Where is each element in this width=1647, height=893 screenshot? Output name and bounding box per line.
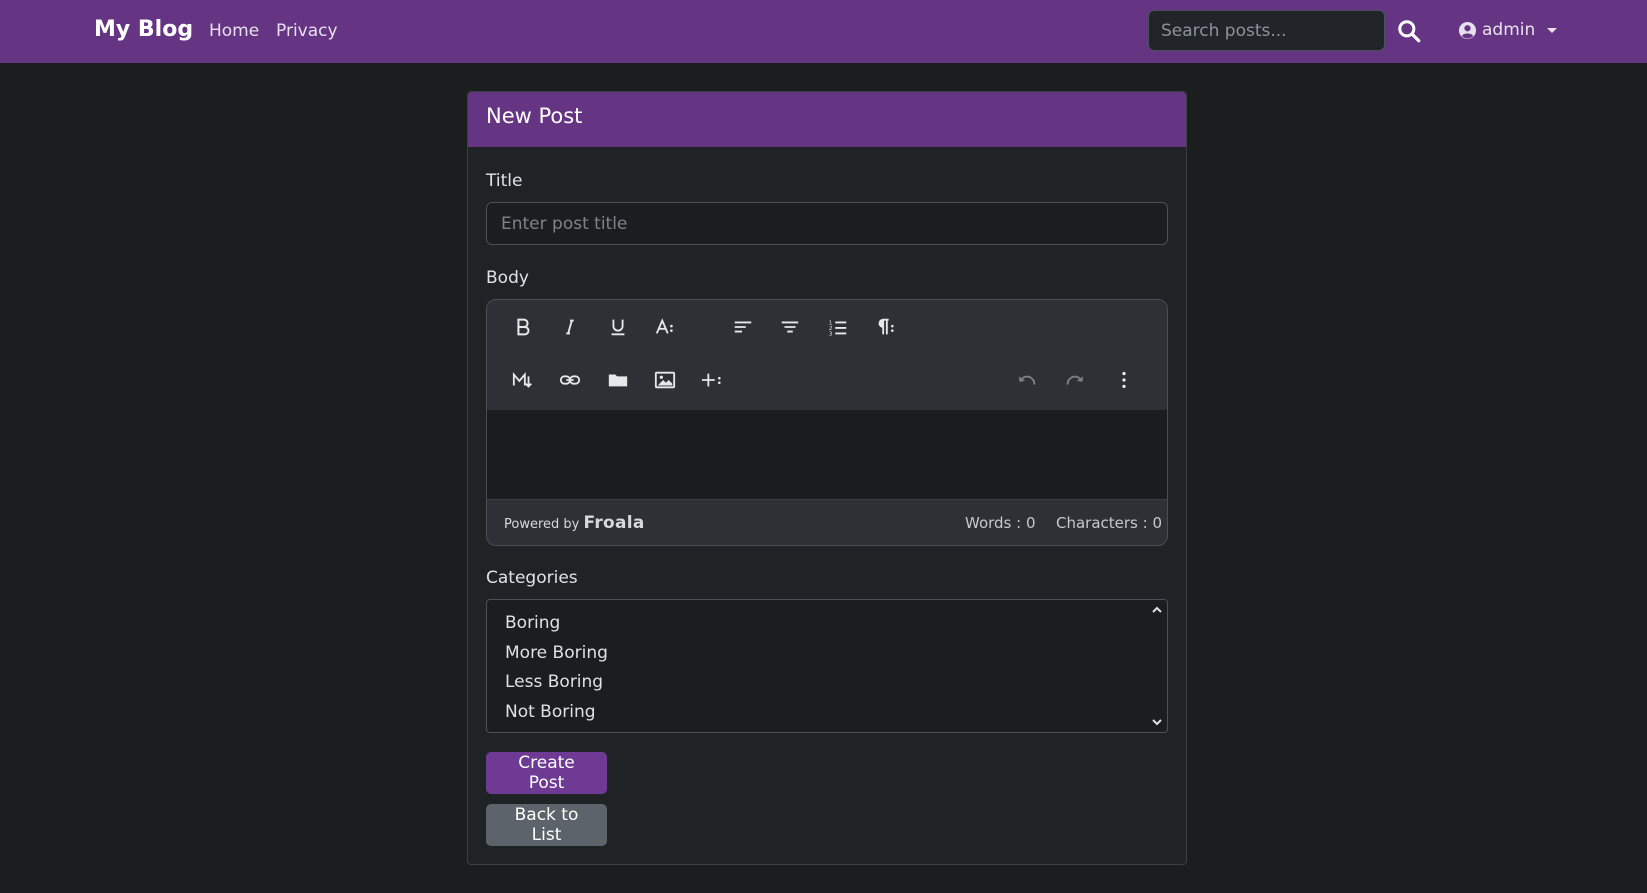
new-post-card: New Post Title Body 123 (467, 91, 1187, 865)
editor-content-area[interactable] (487, 410, 1167, 499)
chevron-down-icon (1547, 27, 1558, 33)
page-title: New Post (486, 104, 583, 128)
ordered-list-icon: 123 (829, 320, 847, 337)
search-button[interactable] (1396, 18, 1422, 44)
nav-home-link[interactable]: Home (209, 21, 259, 41)
paragraph-format-icon (878, 318, 894, 335)
category-option[interactable]: Boring (505, 613, 560, 633)
underline-icon (611, 319, 625, 336)
powered-by-label: Powered by Froala (504, 513, 645, 533)
navbar: My Blog Home Privacy admin (0, 0, 1647, 63)
brand-link[interactable]: My Blog (94, 17, 193, 42)
category-option[interactable]: Not Boring (505, 702, 596, 722)
undo-button[interactable] (1012, 365, 1042, 395)
font-size-icon (655, 318, 673, 334)
user-circle-icon (1458, 21, 1477, 39)
user-menu[interactable]: admin (1458, 20, 1558, 40)
more-options-button[interactable] (1109, 365, 1139, 395)
search-input[interactable] (1148, 10, 1385, 51)
powered-by-text: Powered by (504, 517, 580, 532)
paragraph-format-button[interactable] (870, 312, 900, 342)
link-button[interactable] (555, 365, 585, 395)
underline-button[interactable] (603, 312, 633, 342)
editor-footer: Powered by Froala Words : 0 Characters :… (487, 499, 1167, 545)
image-icon (654, 371, 676, 389)
insert-image-button[interactable] (650, 365, 680, 395)
align-left-icon (734, 321, 752, 333)
title-label: Title (486, 171, 523, 191)
category-option[interactable]: Less Boring (505, 672, 603, 692)
categories-label: Categories (486, 568, 578, 588)
insert-file-button[interactable] (603, 365, 633, 395)
italic-icon (566, 319, 574, 335)
redo-icon (1066, 375, 1084, 385)
body-label: Body (486, 268, 529, 288)
category-option[interactable]: More Boring (505, 643, 608, 663)
bold-button[interactable] (508, 312, 538, 342)
markdown-icon (512, 372, 532, 388)
character-count: Characters : 0 (1056, 514, 1163, 532)
font-size-button[interactable] (650, 312, 680, 342)
align-left-button[interactable] (728, 312, 758, 342)
create-post-button[interactable]: Create Post (486, 752, 607, 794)
link-icon (559, 375, 581, 385)
word-count: Words : 0 (965, 514, 1036, 532)
categories-scrollbar[interactable] (1147, 600, 1167, 732)
italic-button[interactable] (555, 312, 585, 342)
user-name: admin (1482, 20, 1536, 40)
redo-button[interactable] (1060, 365, 1090, 395)
svg-text:3: 3 (829, 331, 833, 337)
align-center-icon (781, 321, 799, 333)
nav-privacy-link[interactable]: Privacy (276, 21, 338, 41)
categories-select[interactable]: Boring More Boring Less Boring Not Borin… (486, 599, 1168, 733)
ordered-list-button[interactable]: 123 (823, 312, 853, 342)
insert-more-button[interactable] (697, 365, 727, 395)
bold-icon (517, 318, 530, 336)
title-input[interactable] (486, 202, 1168, 245)
card-header: New Post (468, 92, 1186, 147)
insert-more-icon (701, 373, 721, 387)
chevron-down-icon[interactable] (1151, 716, 1163, 728)
more-icon (1122, 371, 1126, 389)
undo-icon (1018, 375, 1036, 385)
froala-logo[interactable]: Froala (584, 513, 645, 533)
align-center-button[interactable] (775, 312, 805, 342)
search-icon (1398, 20, 1421, 43)
markdown-button[interactable] (508, 365, 538, 395)
back-to-list-button[interactable]: Back to List (486, 804, 607, 846)
chevron-up-icon[interactable] (1151, 604, 1163, 616)
rich-text-editor: 123 Powered by Froala Words: 0 Characte… (486, 299, 1168, 546)
folder-icon (608, 374, 628, 387)
